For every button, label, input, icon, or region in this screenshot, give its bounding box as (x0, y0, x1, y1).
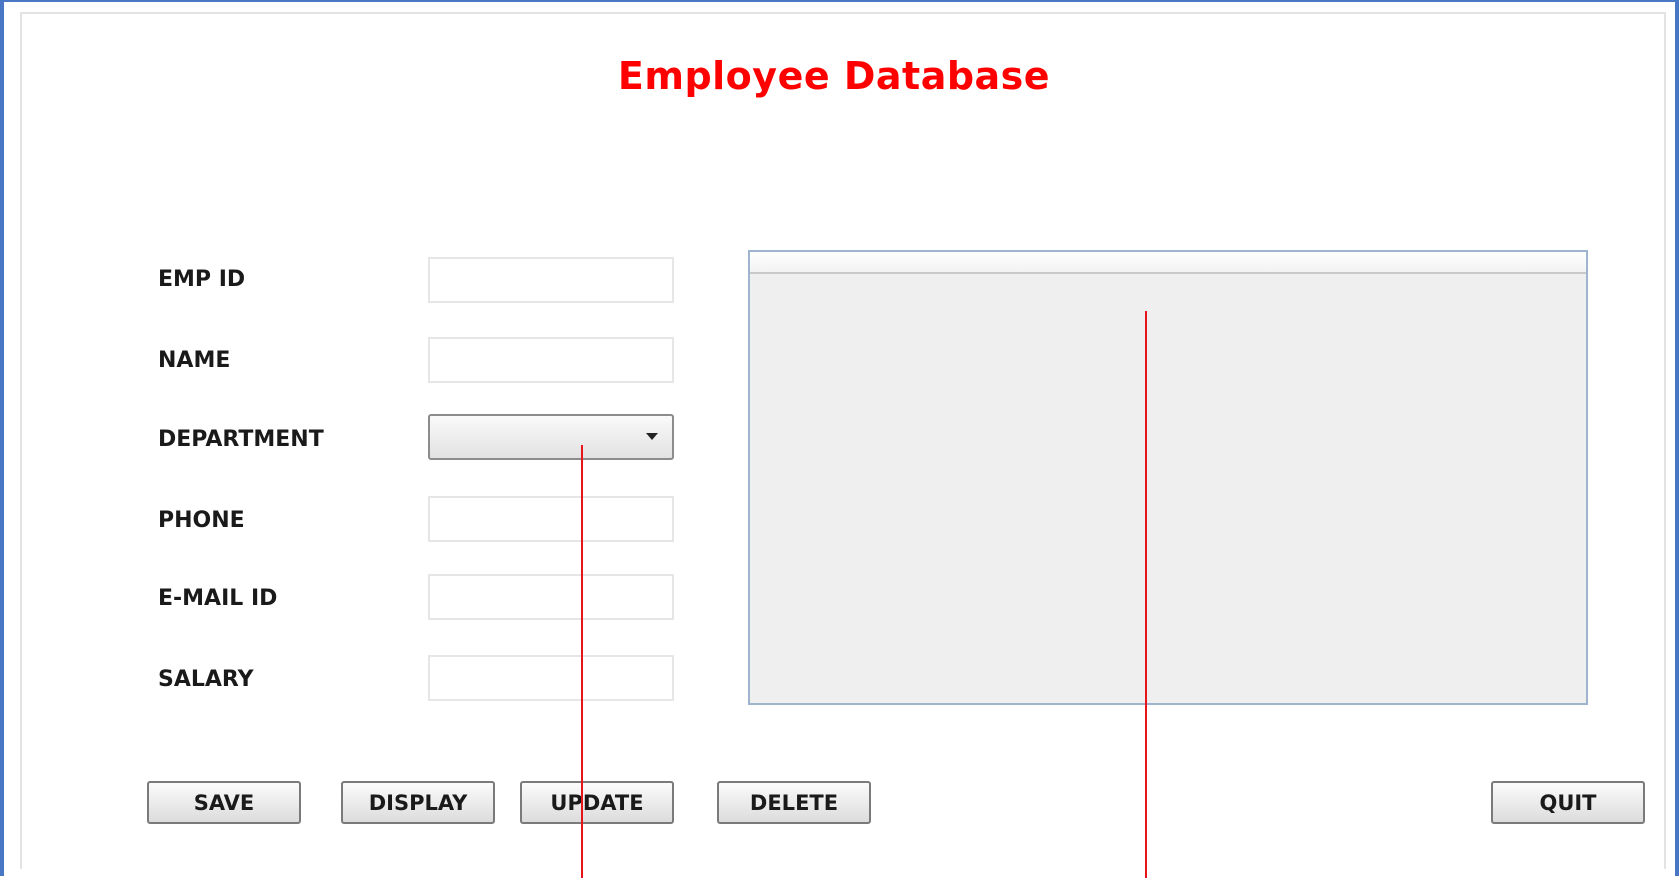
page-title: Employee Database (617, 54, 1051, 98)
emp-id-field[interactable] (428, 257, 674, 303)
emp-id-label: EMP ID (158, 267, 246, 292)
name-label: NAME (158, 348, 231, 373)
name-field[interactable] (428, 337, 674, 383)
salary-label: SALARY (158, 667, 254, 692)
department-dropdown[interactable] (428, 414, 674, 460)
save-button[interactable]: SAVE (147, 781, 301, 824)
table-annotation-line (1145, 311, 1147, 878)
employee-table[interactable] (748, 250, 1588, 705)
quit-button[interactable]: QUIT (1491, 781, 1645, 824)
update-button[interactable]: UPDATE (520, 781, 674, 824)
table-header (750, 252, 1586, 274)
department-label: DEPARTMENT (158, 427, 324, 452)
email-id-field[interactable] (428, 574, 674, 620)
chevron-down-icon (646, 433, 658, 440)
salary-field[interactable] (428, 655, 674, 701)
delete-button[interactable]: DELETE (717, 781, 871, 824)
display-button[interactable]: DISPLAY (341, 781, 495, 824)
dropdown-annotation-line (581, 445, 583, 878)
email-id-label: E-MAIL ID (158, 586, 278, 611)
phone-field[interactable] (428, 496, 674, 542)
phone-label: PHONE (158, 508, 245, 533)
application-window: Employee Database EMP ID NAME DEPARTMENT… (0, 0, 1679, 878)
